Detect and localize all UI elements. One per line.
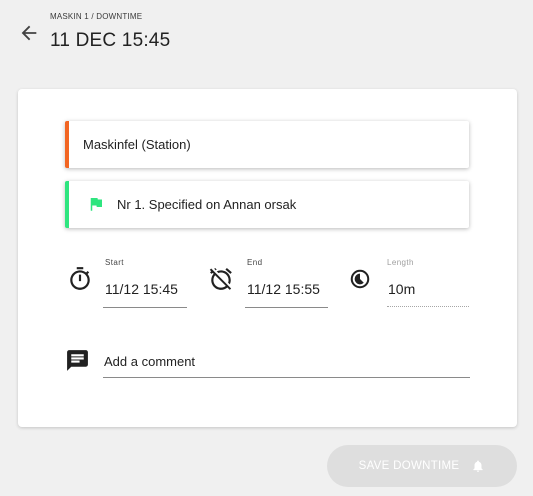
end-underline — [245, 307, 328, 308]
start-value: 11/12 15:45 — [105, 281, 178, 297]
timelapse-icon — [350, 269, 370, 289]
start-label: Start — [105, 258, 124, 267]
page-header: MASKIN 1 / DOWNTIME 11 DEC 15:45 — [0, 0, 533, 70]
length-label: Length — [387, 258, 414, 267]
page-title: 11 DEC 15:45 — [50, 30, 171, 51]
alarm-off-icon — [209, 268, 232, 290]
downtime-card: Maskinfel (Station) Nr 1. Specified on A… — [18, 89, 517, 427]
end-time-field[interactable]: End 11/12 15:55 — [206, 256, 336, 310]
comment-icon — [67, 350, 88, 371]
reason-item-specified[interactable]: Nr 1. Specified on Annan orsak — [65, 181, 469, 228]
back-button[interactable] — [18, 22, 40, 44]
save-downtime-button[interactable]: SAVE DOWNTIME — [327, 445, 517, 487]
reason-item-primary[interactable]: Maskinfel (Station) — [65, 121, 469, 168]
end-label: End — [247, 258, 263, 267]
comment-field — [65, 344, 470, 384]
bell-icon — [473, 460, 484, 472]
stopwatch-icon — [70, 267, 90, 290]
breadcrumb: MASKIN 1 / DOWNTIME — [50, 12, 143, 21]
flag-icon — [90, 198, 102, 211]
length-underline — [387, 306, 469, 307]
start-underline — [103, 307, 187, 308]
reason-label: Nr 1. Specified on Annan orsak — [117, 197, 297, 212]
arrow-left-icon — [21, 25, 37, 41]
comment-input[interactable] — [103, 349, 470, 378]
reason-label: Maskinfel (Station) — [83, 137, 191, 152]
save-button-label: SAVE DOWNTIME — [358, 460, 460, 472]
end-value: 11/12 15:55 — [247, 281, 320, 297]
length-value: 10m — [388, 281, 416, 297]
start-time-field[interactable]: Start 11/12 15:45 — [65, 256, 195, 310]
length-field: Length 10m — [348, 256, 478, 310]
